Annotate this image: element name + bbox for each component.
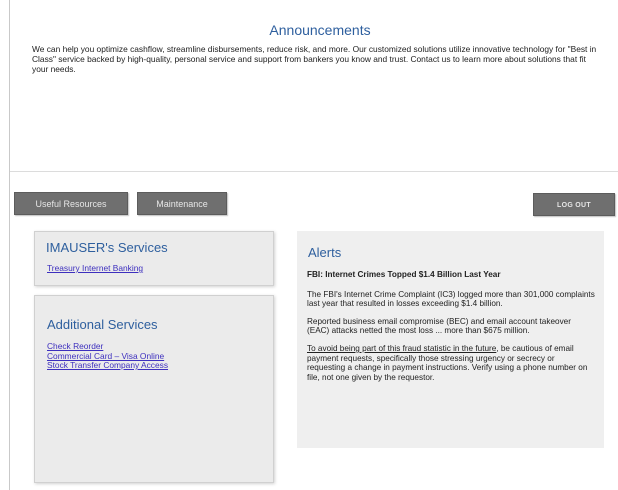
additional-services-links: Check Reorder Commercial Card – Visa Onl… <box>47 341 168 371</box>
additional-services-panel: Additional Services Check Reorder Commer… <box>34 295 274 483</box>
alert-paragraph-2: Reported business email compromise (BEC)… <box>307 316 571 336</box>
additional-services-title: Additional Services <box>47 317 158 332</box>
alerts-title: Alerts <box>308 245 342 260</box>
announcements-title: Announcements <box>269 22 371 38</box>
alerts-content: FBI: Internet Crimes Topped $1.4 Billion… <box>307 270 595 390</box>
announcements-text: We can help you optimize cashflow, strea… <box>32 44 597 74</box>
alert-headline: FBI: Internet Crimes Topped $1.4 Billion… <box>307 270 501 279</box>
maintenance-button[interactable]: Maintenance <box>137 192 227 215</box>
alert-emphasis-text: To avoid being part of this fraud statis… <box>307 343 497 353</box>
logout-button[interactable]: LOG OUT <box>533 193 615 216</box>
left-border <box>9 0 10 490</box>
useful-resources-button[interactable]: Useful Resources <box>14 192 128 215</box>
treasury-internet-banking-link[interactable]: Treasury Internet Banking <box>47 263 143 274</box>
alert-paragraph-3: To avoid being part of this fraud statis… <box>307 344 595 382</box>
announcements-section: Announcements We can help you optimize c… <box>32 22 608 74</box>
stock-transfer-link[interactable]: Stock Transfer Company Access <box>47 360 168 371</box>
alerts-panel: Alerts FBI: Internet Crimes Topped $1.4 … <box>297 231 604 448</box>
user-services-title: IMAUSER's Services <box>46 240 168 255</box>
section-divider <box>10 171 618 172</box>
user-services-panel: IMAUSER's Services Treasury Internet Ban… <box>34 231 274 286</box>
alert-paragraph-1: The FBI's Internet Crime Complaint (IC3)… <box>307 289 595 309</box>
